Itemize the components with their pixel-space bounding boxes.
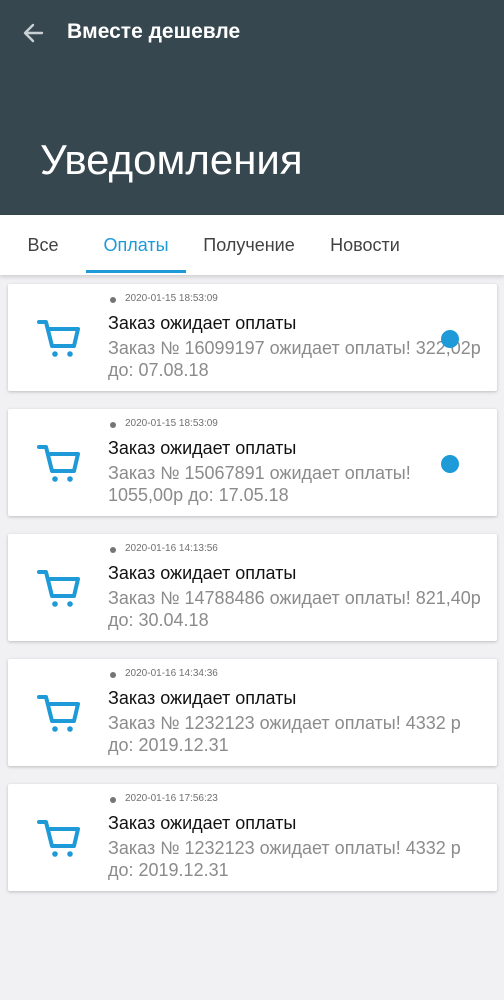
tab-news[interactable]: Новости xyxy=(324,215,406,275)
shopping-cart-icon xyxy=(37,570,80,607)
notification-title: Заказ ожидает оплаты xyxy=(108,438,297,458)
notification-body: Заказ № 1232123 ожидает оплаты! 4332 р д… xyxy=(108,838,461,880)
notification-body: Заказ № 15067891 ожидает оплаты! 1055,00… xyxy=(108,463,411,505)
tab-all[interactable]: Все xyxy=(26,215,60,275)
notification-title: Заказ ожидает оплаты xyxy=(108,813,297,833)
unread-dot-icon xyxy=(441,330,459,348)
notification-title: Заказ ожидает оплаты xyxy=(108,563,297,583)
tab-receiving[interactable]: Получение xyxy=(198,215,300,275)
unread-dot-icon xyxy=(441,455,459,473)
app-title: Вместе дешевле xyxy=(67,20,241,43)
timestamp-dot xyxy=(110,547,116,553)
notification-timestamp: 2020-01-16 14:13:56 xyxy=(125,543,218,554)
page-title: Уведомления xyxy=(40,136,303,183)
arrow-left-icon xyxy=(23,23,44,43)
notification-card[interactable]: 2020-01-16 17:56:23 Заказ ожидает оплаты… xyxy=(8,784,497,891)
shopping-cart-icon xyxy=(37,695,80,732)
timestamp-dot xyxy=(110,422,116,428)
notification-body: Заказ № 16099197 ожидает оплаты! 322,02р… xyxy=(108,338,481,380)
notification-card[interactable]: 2020-01-15 18:53:09 Заказ ожидает оплаты… xyxy=(8,409,497,516)
back-button[interactable] xyxy=(20,20,46,46)
notification-timestamp: 2020-01-15 18:53:09 xyxy=(125,293,218,304)
active-tab-indicator xyxy=(86,270,186,273)
notification-timestamp: 2020-01-16 14:34:36 xyxy=(125,668,218,679)
shopping-cart-icon xyxy=(37,445,80,482)
notification-body: Заказ № 1232123 ожидает оплаты! 4332 р д… xyxy=(108,713,461,755)
shopping-cart-icon xyxy=(37,320,80,357)
timestamp-dot xyxy=(110,672,116,678)
app-bar: Вместе дешевле Уведомления xyxy=(0,0,504,215)
timestamp-dot xyxy=(110,297,116,303)
shopping-cart-icon xyxy=(37,820,80,857)
tab-payments[interactable]: Оплаты xyxy=(86,215,186,275)
notification-body: Заказ № 14788486 ожидает оплаты! 821,40р… xyxy=(108,588,481,630)
timestamp-dot xyxy=(110,797,116,803)
tab-bar: Все Оплаты Получение Новости xyxy=(0,215,504,275)
notification-title: Заказ ожидает оплаты xyxy=(108,688,297,708)
notification-timestamp: 2020-01-16 17:56:23 xyxy=(125,793,218,804)
notification-timestamp: 2020-01-15 18:53:09 xyxy=(125,418,218,429)
notification-card[interactable]: 2020-01-16 14:34:36 Заказ ожидает оплаты… xyxy=(8,659,497,766)
notification-card[interactable]: 2020-01-16 14:13:56 Заказ ожидает оплаты… xyxy=(8,534,497,641)
notification-card[interactable]: 2020-01-15 18:53:09 Заказ ожидает оплаты… xyxy=(8,284,497,391)
notification-title: Заказ ожидает оплаты xyxy=(108,313,297,333)
